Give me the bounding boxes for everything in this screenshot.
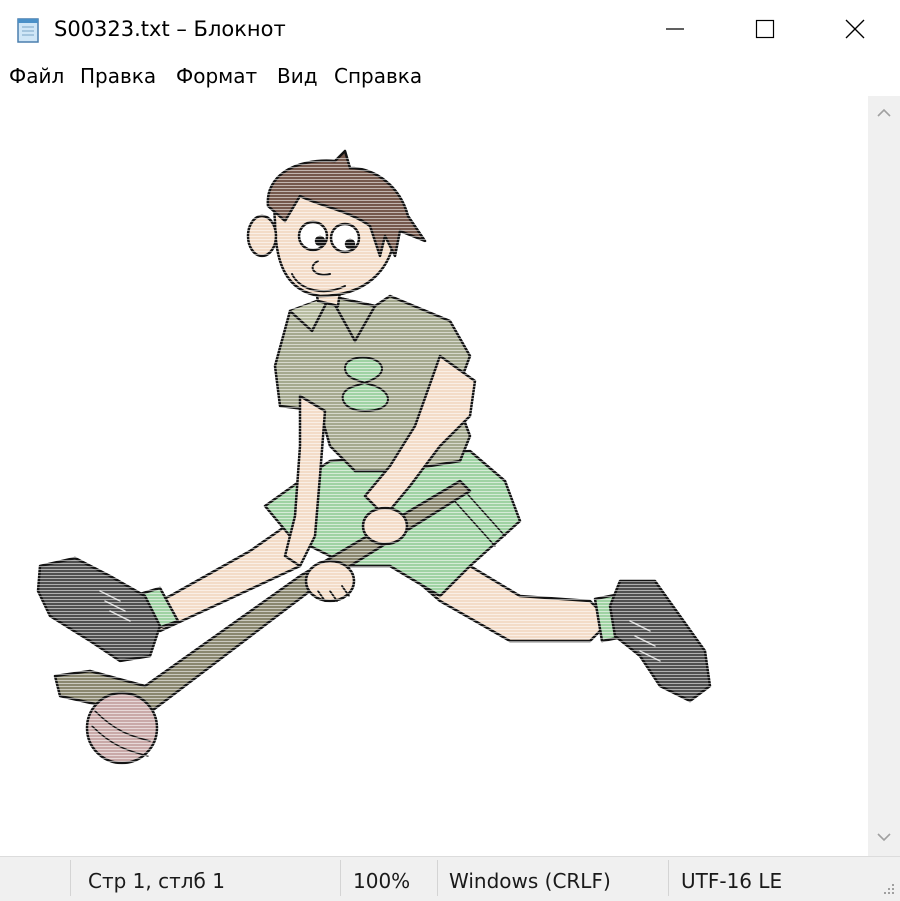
minimize-button[interactable]	[630, 0, 720, 58]
window-title: S00323.txt – Блокнот	[54, 17, 286, 41]
status-separator	[437, 860, 438, 896]
status-cursor-position: Стр 1, стлб 1	[88, 869, 225, 893]
hockey-player-ascii-art	[30, 149, 730, 776]
notepad-icon	[17, 18, 39, 43]
status-separator	[340, 860, 341, 896]
maximize-button[interactable]	[720, 0, 810, 58]
vertical-scrollbar[interactable]	[868, 96, 900, 856]
status-separator	[70, 860, 71, 896]
text-editor-area[interactable]	[0, 96, 868, 856]
scroll-up-icon[interactable]	[877, 108, 891, 118]
title-bar[interactable]: S00323.txt – Блокнот	[0, 0, 900, 58]
status-encoding: UTF-16 LE	[681, 869, 783, 893]
menu-file[interactable]: Файл	[9, 64, 64, 88]
menu-view[interactable]: Вид	[277, 64, 318, 88]
status-zoom: 100%	[353, 869, 411, 893]
maximize-icon	[755, 19, 775, 39]
close-icon	[845, 19, 865, 39]
resize-grip-icon[interactable]	[880, 880, 896, 896]
menu-format[interactable]: Формат	[176, 64, 257, 88]
close-button[interactable]	[810, 0, 900, 58]
menu-help[interactable]: Справка	[334, 64, 422, 88]
menu-edit[interactable]: Правка	[80, 64, 156, 88]
status-line-endings: Windows (CRLF)	[449, 869, 611, 893]
minimize-icon	[666, 28, 684, 30]
scroll-down-icon[interactable]	[877, 832, 891, 842]
status-separator	[668, 860, 669, 896]
